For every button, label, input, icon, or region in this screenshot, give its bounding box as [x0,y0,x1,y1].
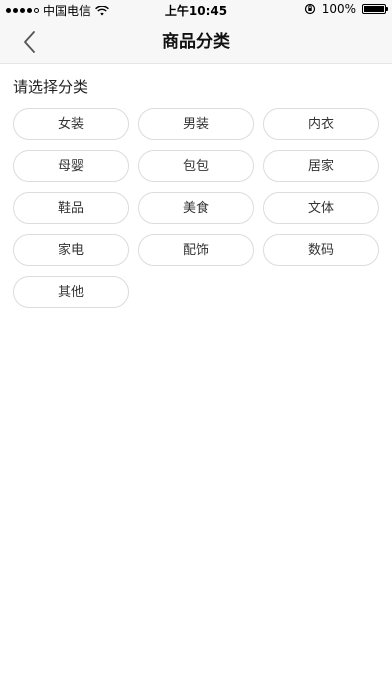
category-chip[interactable]: 美食 [138,192,254,224]
orientation-lock-icon [304,3,315,15]
category-chip[interactable]: 文体 [263,192,379,224]
category-chip[interactable]: 配饰 [138,234,254,266]
status-right: 100% [304,2,388,16]
battery-icon [362,4,388,14]
category-grid: 女装 男装 内衣母婴 包包 居家鞋品 美食 文体家电 配饰 数码其他 [0,108,392,308]
navigation-bar: 商品分类 [0,20,392,64]
category-chip[interactable]: 女装 [13,108,129,140]
section-title: 请选择分类 [13,78,89,96]
category-chip[interactable]: 母婴 [13,150,129,182]
category-chip[interactable]: 居家 [263,150,379,182]
category-chip[interactable]: 其他 [13,276,129,308]
main-content: 请选择分类 女装 男装 内衣母婴 包包 居家鞋品 美食 文体家电 配饰 数码其他 [0,64,392,308]
category-chip[interactable]: 男装 [138,108,254,140]
page-title: 商品分类 [162,32,230,52]
battery-percent: 100% [321,2,356,16]
category-chip[interactable]: 数码 [263,234,379,266]
category-chip[interactable]: 家电 [13,234,129,266]
category-chip[interactable]: 内衣 [263,108,379,140]
status-bar: 中国电信 上午10:45 100% [0,0,392,20]
category-chip[interactable]: 鞋品 [13,192,129,224]
category-chip[interactable]: 包包 [138,150,254,182]
